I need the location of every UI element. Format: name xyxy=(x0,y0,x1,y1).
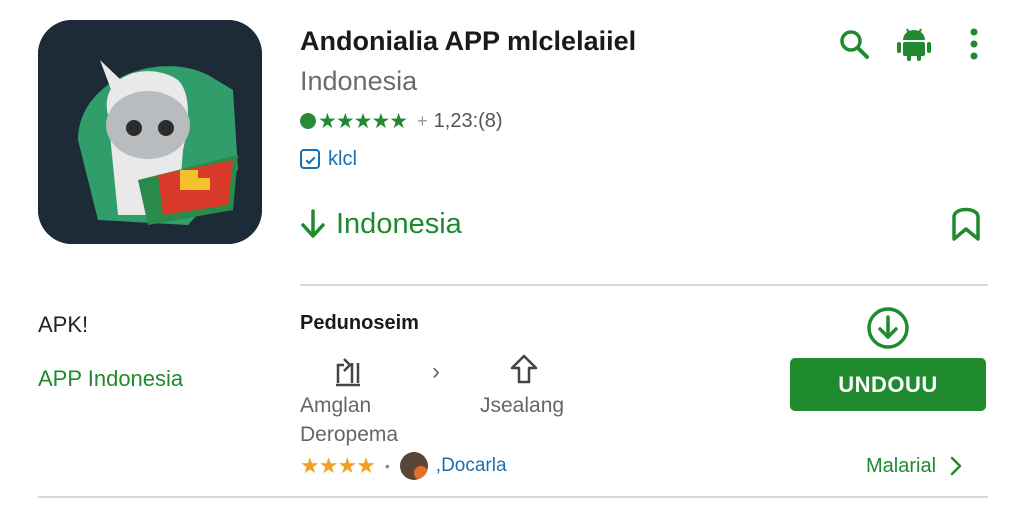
arrow-down-icon xyxy=(301,209,325,238)
verified-icon xyxy=(300,113,316,129)
detail-label-a: Amglan xyxy=(300,394,372,417)
more-vert-icon xyxy=(970,28,978,60)
rating-count: 1,23:(8) xyxy=(433,109,503,132)
checkbox-icon xyxy=(300,149,320,169)
section-title: Pedunoseim xyxy=(300,312,419,334)
avatar[interactable] xyxy=(399,452,428,480)
app-title: Andonialia APP mlclelaiiel xyxy=(300,26,637,56)
download-button[interactable]: UNDOUU xyxy=(790,358,986,411)
chevron-right-icon[interactable]: › xyxy=(432,358,440,386)
android-icon xyxy=(897,28,931,61)
app-icon xyxy=(38,20,262,244)
apk-label: APK! xyxy=(38,312,89,337)
android-button[interactable] xyxy=(890,24,938,64)
upload-icon[interactable] xyxy=(506,352,542,388)
more-link[interactable]: Malarial xyxy=(866,452,962,480)
review-row: ★★★★ • ,Docarla xyxy=(300,452,507,480)
rating-stars: ★★★★★ xyxy=(318,109,408,133)
bookmark-button[interactable] xyxy=(944,200,988,244)
bottom-divider xyxy=(38,496,988,498)
share-icon[interactable] xyxy=(330,355,366,391)
top-actions xyxy=(830,24,998,64)
download-circle-icon[interactable] xyxy=(866,306,910,350)
rating-row: ★★★★★ + 1,23:(8) xyxy=(300,108,503,134)
review-stars: ★★★★ xyxy=(300,453,376,478)
install-label: Indonesia xyxy=(336,207,462,240)
detail-label-c: Jsealang xyxy=(480,394,565,417)
detail-label-b: Deropema xyxy=(300,423,399,446)
more-link-label: Malarial xyxy=(866,454,937,477)
search-icon xyxy=(840,30,869,59)
meta-row: klcl xyxy=(300,146,357,172)
apk-sub-label: APP Indonesia xyxy=(38,366,184,391)
reviewer-name[interactable]: ,Docarla xyxy=(436,455,507,477)
search-button[interactable] xyxy=(830,24,878,64)
rating-separator: + xyxy=(417,110,428,131)
meta-label: klcl xyxy=(328,147,357,170)
separator-dot: • xyxy=(384,458,390,474)
install-link[interactable]: Indonesia xyxy=(300,204,462,244)
chevron-right-icon xyxy=(950,456,962,476)
app-subtitle: Indonesia xyxy=(300,66,418,96)
more-options-button[interactable] xyxy=(950,24,998,64)
divider xyxy=(300,284,988,286)
bookmark-icon xyxy=(952,207,980,241)
